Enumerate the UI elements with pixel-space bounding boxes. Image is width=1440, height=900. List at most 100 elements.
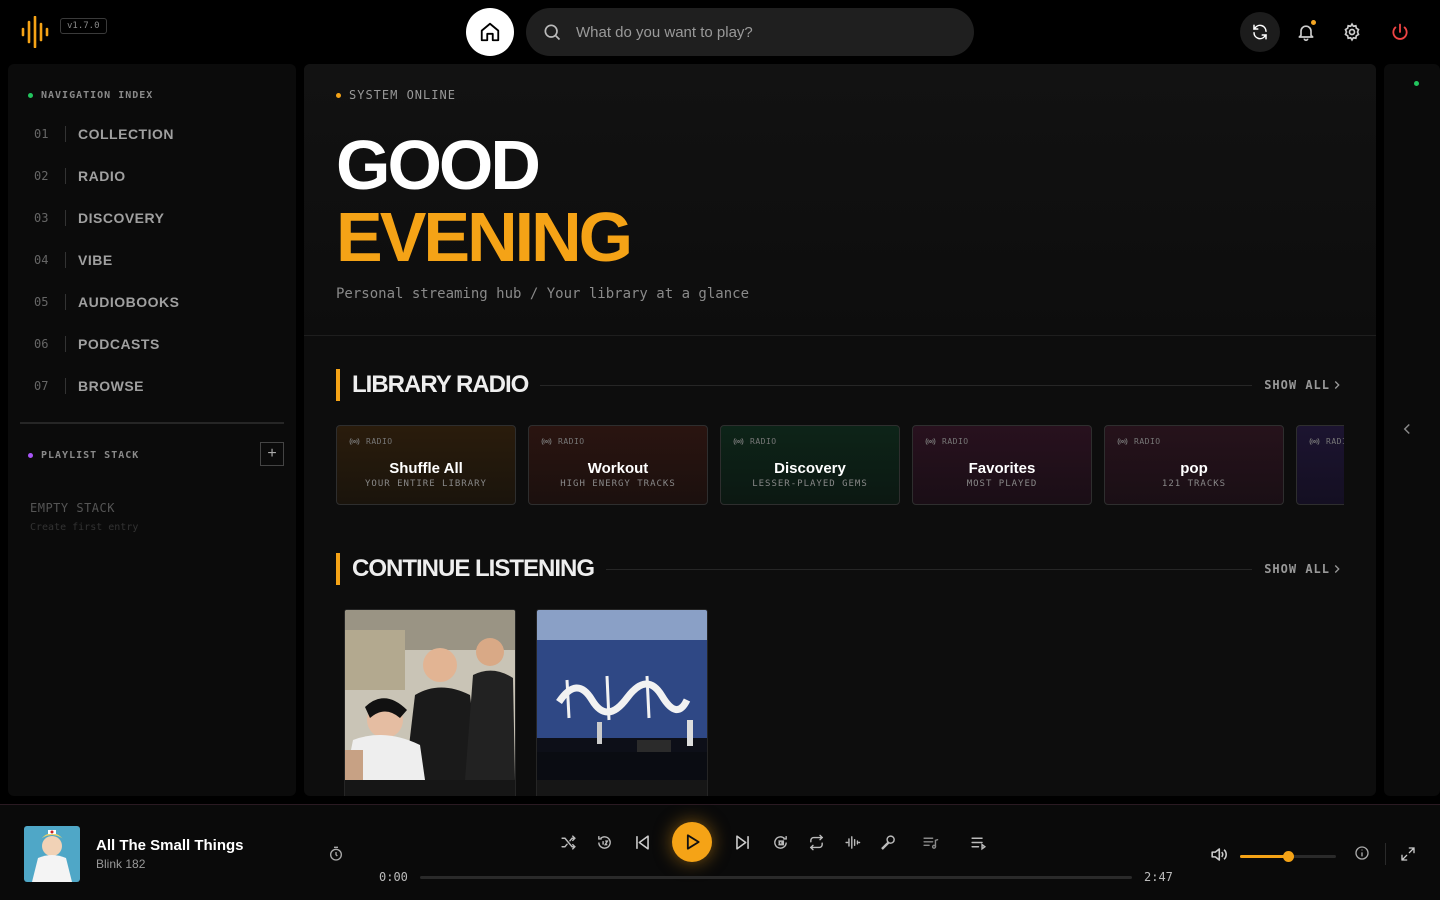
visualizer-button[interactable] — [838, 828, 866, 856]
forward-30-button[interactable] — [766, 828, 794, 856]
track-title[interactable]: All The Small Things — [96, 837, 244, 854]
play-button[interactable] — [672, 822, 712, 862]
sidebar-item-discovery[interactable]: 03 DISCOVERY — [34, 208, 164, 228]
section-rule — [606, 568, 1253, 570]
radio-broadcast-icon — [349, 437, 360, 446]
track-artist[interactable]: Blink 182 — [96, 857, 145, 871]
sidebar-item-label: PODCASTS — [78, 336, 160, 352]
volume-slider[interactable] — [1240, 851, 1336, 862]
radio-card-name: pop — [1180, 460, 1208, 477]
shuffle-button[interactable] — [554, 828, 582, 856]
power-button[interactable] — [1380, 12, 1420, 52]
queue-button[interactable] — [964, 828, 992, 856]
sidebar-item-audiobooks[interactable]: 05 AUDIOBOOKS — [34, 292, 179, 312]
now-playing-cover[interactable] — [24, 826, 80, 882]
timer-icon — [330, 846, 342, 861]
power-icon — [1392, 23, 1408, 40]
fullscreen-button[interactable] — [1394, 840, 1422, 868]
add-playlist-button[interactable]: + — [260, 442, 284, 466]
home-icon — [480, 22, 500, 42]
refresh-icon — [1253, 24, 1267, 40]
sidebar-item-label: DISCOVERY — [78, 210, 165, 226]
radio-broadcast-icon — [1309, 437, 1320, 446]
empty-stack-title: EMPTY STACK — [30, 501, 115, 515]
continue-listening-header: CONTINUE LISTENING SHOW ALL — [336, 553, 1344, 585]
sidebar-item-radio[interactable]: 02 RADIO — [34, 166, 126, 186]
sync-button[interactable] — [1240, 12, 1280, 52]
show-all-continue-button[interactable]: SHOW ALL — [1264, 562, 1344, 576]
sidebar-item-podcasts[interactable]: 06 PODCASTS — [34, 334, 160, 354]
nav-number: 04 — [34, 252, 66, 268]
radio-card-subtitle: YOUR ENTIRE LIBRARY — [365, 479, 487, 489]
sidebar-item-label: VIBE — [78, 252, 113, 268]
previous-button[interactable] — [628, 828, 656, 856]
radio-card-pop[interactable]: RADIO pop 121 TRACKS — [1104, 425, 1284, 505]
track-info-button[interactable] — [1348, 839, 1376, 867]
playlist-add-button[interactable] — [916, 828, 944, 856]
radio-broadcast-icon — [1117, 437, 1128, 446]
radio-carousel: RADIO Shuffle All YOUR ENTIRE LIBRARY RA… — [336, 425, 1344, 505]
show-all-radio-button[interactable]: SHOW ALL — [1264, 378, 1344, 392]
radio-card-discovery[interactable]: RADIO Discovery LESSER-PLAYED GEMS — [720, 425, 900, 505]
sidebar: NAVIGATION INDEX 01 COLLECTION 02 RADIO … — [8, 64, 296, 796]
album-card[interactable] — [536, 609, 708, 796]
expand-panel-button[interactable] — [1398, 420, 1418, 440]
volume-fill — [1240, 855, 1288, 858]
shuffle-icon — [560, 834, 576, 850]
radio-card-subtitle: HIGH ENERGY TRACKS — [560, 479, 676, 489]
status-dot-icon — [336, 92, 341, 98]
bell-icon — [1298, 25, 1314, 42]
radio-card-subtitle: 121 TRACKS — [1161, 479, 1227, 489]
right-panel — [1384, 64, 1440, 796]
radio-card-shuffle-all[interactable]: RADIO Shuffle All YOUR ENTIRE LIBRARY — [336, 425, 516, 505]
search-bar[interactable] — [526, 8, 974, 56]
playlist-header: PLAYLIST STACK — [28, 450, 139, 461]
album-card[interactable] — [344, 609, 516, 796]
home-button[interactable] — [466, 8, 514, 56]
volume-handle[interactable] — [1283, 851, 1294, 862]
hero-section: SYSTEM ONLINE GOOD EVENING Personal stre… — [304, 64, 1376, 336]
duration-time: 2:47 — [1144, 870, 1173, 884]
album-cover-image — [345, 610, 515, 780]
section-title: CONTINUE LISTENING — [352, 555, 595, 582]
sidebar-divider — [20, 422, 284, 424]
radio-card-name: Favorites — [968, 460, 1036, 477]
sidebar-item-label: BROWSE — [78, 378, 144, 394]
rewind-15-button[interactable] — [590, 828, 618, 856]
elapsed-time: 0:00 — [379, 870, 408, 884]
repeat-button[interactable] — [802, 828, 830, 856]
info-icon — [1355, 846, 1369, 860]
repeat-icon — [809, 834, 823, 850]
library-radio-header: LIBRARY RADIO SHOW ALL — [336, 369, 1344, 401]
sleep-timer-button[interactable] — [322, 840, 350, 868]
progress-bar[interactable] — [420, 876, 1132, 879]
radio-broadcast-icon — [541, 437, 552, 446]
app-logo-icon[interactable] — [20, 15, 52, 49]
greeting-line-2: EVENING — [336, 198, 633, 276]
radio-tag: RADIO — [925, 436, 969, 447]
sidebar-item-collection[interactable]: 01 COLLECTION — [34, 124, 174, 144]
mute-button[interactable] — [1204, 840, 1232, 868]
next-button[interactable] — [728, 828, 756, 856]
section-accent-bar — [336, 553, 340, 585]
chevron-right-icon — [1334, 565, 1340, 573]
sidebar-item-label: COLLECTION — [78, 126, 174, 142]
notifications-button[interactable] — [1286, 12, 1326, 52]
sidebar-item-vibe[interactable]: 04 VIBE — [34, 250, 113, 270]
sidebar-item-label: AUDIOBOOKS — [78, 294, 180, 310]
search-input[interactable] — [576, 23, 936, 41]
radio-card-partial[interactable]: RADIO — [1296, 425, 1344, 505]
fast-forward-icon — [773, 835, 787, 849]
radio-card-name: Workout — [587, 460, 649, 477]
volume-icon — [1210, 847, 1227, 861]
lyrics-button[interactable] — [874, 828, 902, 856]
player-bar: All The Small Things Blink 182 0:00 2:47 — [0, 804, 1440, 900]
settings-button[interactable] — [1332, 12, 1372, 52]
section-rule — [540, 384, 1253, 386]
radio-card-favorites[interactable]: RADIO Favorites MOST PLAYED — [912, 425, 1092, 505]
status-dot-icon — [1414, 81, 1419, 86]
radio-tag: RADIO — [541, 436, 585, 447]
radio-card-workout[interactable]: RADIO Workout HIGH ENERGY TRACKS — [528, 425, 708, 505]
sidebar-item-browse[interactable]: 07 BROWSE — [34, 376, 144, 396]
nav-number: 06 — [34, 336, 66, 352]
